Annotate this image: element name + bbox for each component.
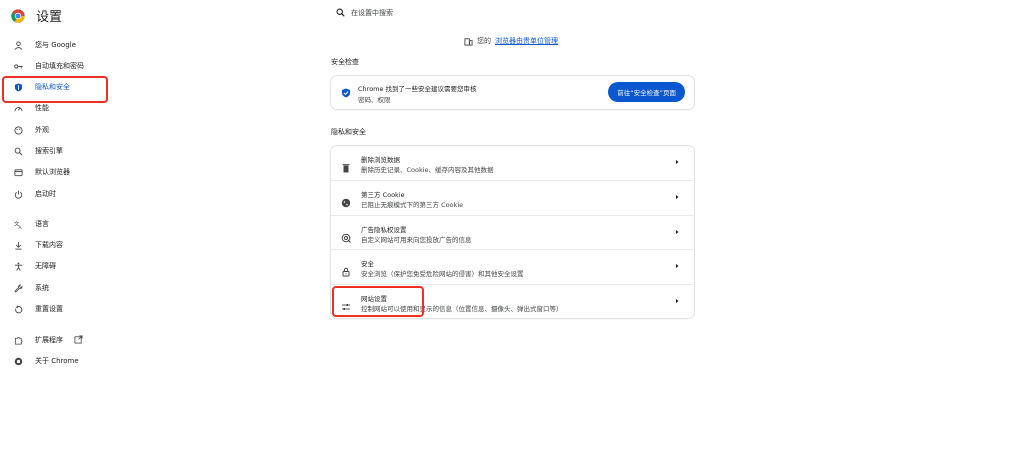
row-site-settings[interactable]: 网站设置 控制网站可以使用和显示的信息（位置信息、摄像头、弹出式窗口等） xyxy=(331,283,694,318)
row-clear-browsing-data[interactable]: 删除浏览数据 删除历史记录、Cookie、缓存内容及其他数据 xyxy=(331,146,694,180)
search-icon xyxy=(13,146,23,156)
row-title: 广告隐私权设置 xyxy=(361,225,407,234)
search-bar[interactable] xyxy=(336,8,511,17)
sidebar-item-about-chrome[interactable]: 关于 Chrome xyxy=(0,352,110,370)
chevron-right-icon xyxy=(676,195,679,200)
sidebar-item-label: 搜索引擎 xyxy=(35,147,63,155)
chevron-right-icon xyxy=(676,229,679,234)
sidebar-item-label: 扩展程序 xyxy=(35,336,63,344)
safety-check-message: Chrome 找到了一些安全建议需要您审核 xyxy=(358,85,477,93)
sidebar-item-label: 您与 Google xyxy=(35,41,76,49)
row-subtitle: 控制网站可以使用和显示的信息（位置信息、摄像头、弹出式窗口等） xyxy=(361,304,563,313)
managed-link[interactable]: 浏览器由贵单位管理 xyxy=(495,36,558,46)
go-to-safety-check-button[interactable]: 前往“安全检查”页面 xyxy=(608,82,685,102)
palette-icon xyxy=(13,125,23,135)
sidebar-item-label: 自动填充和密码 xyxy=(35,62,84,70)
privacy-security-heading: 隐私和安全 xyxy=(331,128,366,136)
shield-icon xyxy=(13,82,23,92)
sidebar-item-label: 关于 Chrome xyxy=(35,357,79,365)
sidebar-item-extensions[interactable]: 扩展程序 xyxy=(0,331,110,349)
sidebar-item-you-and-google[interactable]: 您与 Google xyxy=(0,36,110,54)
ad-privacy-icon xyxy=(341,228,351,243)
sidebar-item-appearance[interactable]: 外观 xyxy=(0,121,110,139)
row-subtitle: 删除历史记录、Cookie、缓存内容及其他数据 xyxy=(361,166,494,174)
sidebar-item-accessibility[interactable]: 无障碍 xyxy=(0,257,110,275)
row-title: 网站设置 xyxy=(361,294,387,303)
svg-text:A: A xyxy=(18,225,22,229)
chrome-logo-icon xyxy=(11,9,25,23)
chevron-right-icon xyxy=(676,160,679,164)
sidebar-item-default-browser[interactable]: 默认浏览器 xyxy=(0,163,110,181)
privacy-settings-card: 删除浏览数据 删除历史记录、Cookie、缓存内容及其他数据 第三方 Cooki… xyxy=(331,146,694,318)
row-subtitle: 自定义网站可用来向您投放广告的信息 xyxy=(361,235,472,244)
search-icon xyxy=(336,8,345,17)
power-icon xyxy=(13,189,23,199)
trash-icon xyxy=(341,158,351,173)
sidebar-item-languages[interactable]: 文A 语言 xyxy=(0,215,110,233)
row-title: 删除浏览数据 xyxy=(361,156,400,164)
row-third-party-cookies[interactable]: 第三方 Cookie 已阻止无痕模式下的第三方 Cookie xyxy=(331,180,694,214)
row-subtitle: 安全浏览（保护您免受危险网站的侵害）和其他安全设置 xyxy=(361,270,524,279)
key-icon xyxy=(13,61,23,71)
speedometer-icon xyxy=(13,103,23,113)
row-ad-privacy[interactable]: 广告隐私权设置 自定义网站可用来向您投放广告的信息 xyxy=(331,214,694,249)
external-link-icon xyxy=(74,335,83,344)
puzzle-icon xyxy=(13,335,23,345)
sidebar-item-label: 语言 xyxy=(35,220,49,228)
sliders-icon xyxy=(341,297,351,310)
search-input[interactable] xyxy=(351,8,511,17)
sidebar-item-on-startup[interactable]: 启动时 xyxy=(0,185,110,203)
sidebar-item-label: 无障碍 xyxy=(35,262,56,270)
accessibility-icon xyxy=(13,261,23,271)
chrome-icon xyxy=(13,356,23,366)
managed-prefix: 您的 xyxy=(477,37,491,45)
row-title: 安全 xyxy=(361,260,374,269)
sidebar-item-label: 重置设置 xyxy=(35,305,63,313)
sidebar-item-search-engine[interactable]: 搜索引擎 xyxy=(0,142,110,160)
translate-icon: 文A xyxy=(13,219,23,229)
download-icon xyxy=(13,240,23,250)
row-subtitle: 已阻止无痕模式下的第三方 Cookie xyxy=(361,201,464,210)
sidebar-item-label: 启动时 xyxy=(35,190,56,198)
sidebar-item-system[interactable]: 系统 xyxy=(0,279,110,297)
sidebar-item-privacy[interactable]: 隐私和安全 xyxy=(0,78,110,96)
chevron-right-icon xyxy=(676,298,679,303)
safety-check-heading: 安全检查 xyxy=(331,58,359,66)
sidebar-item-performance[interactable]: 性能 xyxy=(0,99,110,117)
sidebar-item-reset[interactable]: 重置设置 xyxy=(0,300,110,318)
browser-window-icon xyxy=(13,167,23,177)
cookie-icon xyxy=(341,193,351,208)
wrench-icon xyxy=(13,283,23,293)
reset-icon xyxy=(13,304,23,314)
person-icon xyxy=(13,40,23,50)
sidebar-item-label: 默认浏览器 xyxy=(35,168,70,176)
shield-check-icon xyxy=(342,88,350,98)
sidebar-item-label: 隐私和安全 xyxy=(35,83,70,91)
sidebar-item-label: 性能 xyxy=(35,104,49,112)
lock-icon xyxy=(341,262,351,277)
sidebar-item-label: 外观 xyxy=(35,126,49,134)
managed-notice: 您的 浏览器由贵单位管理 xyxy=(464,36,558,46)
row-title: 第三方 Cookie xyxy=(361,191,405,200)
sidebar-item-label: 系统 xyxy=(35,284,49,292)
chevron-right-icon xyxy=(676,264,679,269)
row-security[interactable]: 安全 安全浏览（保护您免受危险网站的侵害）和其他安全设置 xyxy=(331,249,694,283)
building-icon xyxy=(464,37,473,46)
page-title: 设置 xyxy=(36,10,63,25)
sidebar-item-autofill[interactable]: 自动填充和密码 xyxy=(0,57,110,75)
safety-check-details: 密码、权限 xyxy=(358,96,391,104)
sidebar-item-label: 下载内容 xyxy=(35,241,63,249)
sidebar-item-downloads[interactable]: 下载内容 xyxy=(0,236,110,254)
safety-check-card: Chrome 找到了一些安全建议需要您审核 密码、权限 前往“安全检查”页面 xyxy=(331,76,694,109)
